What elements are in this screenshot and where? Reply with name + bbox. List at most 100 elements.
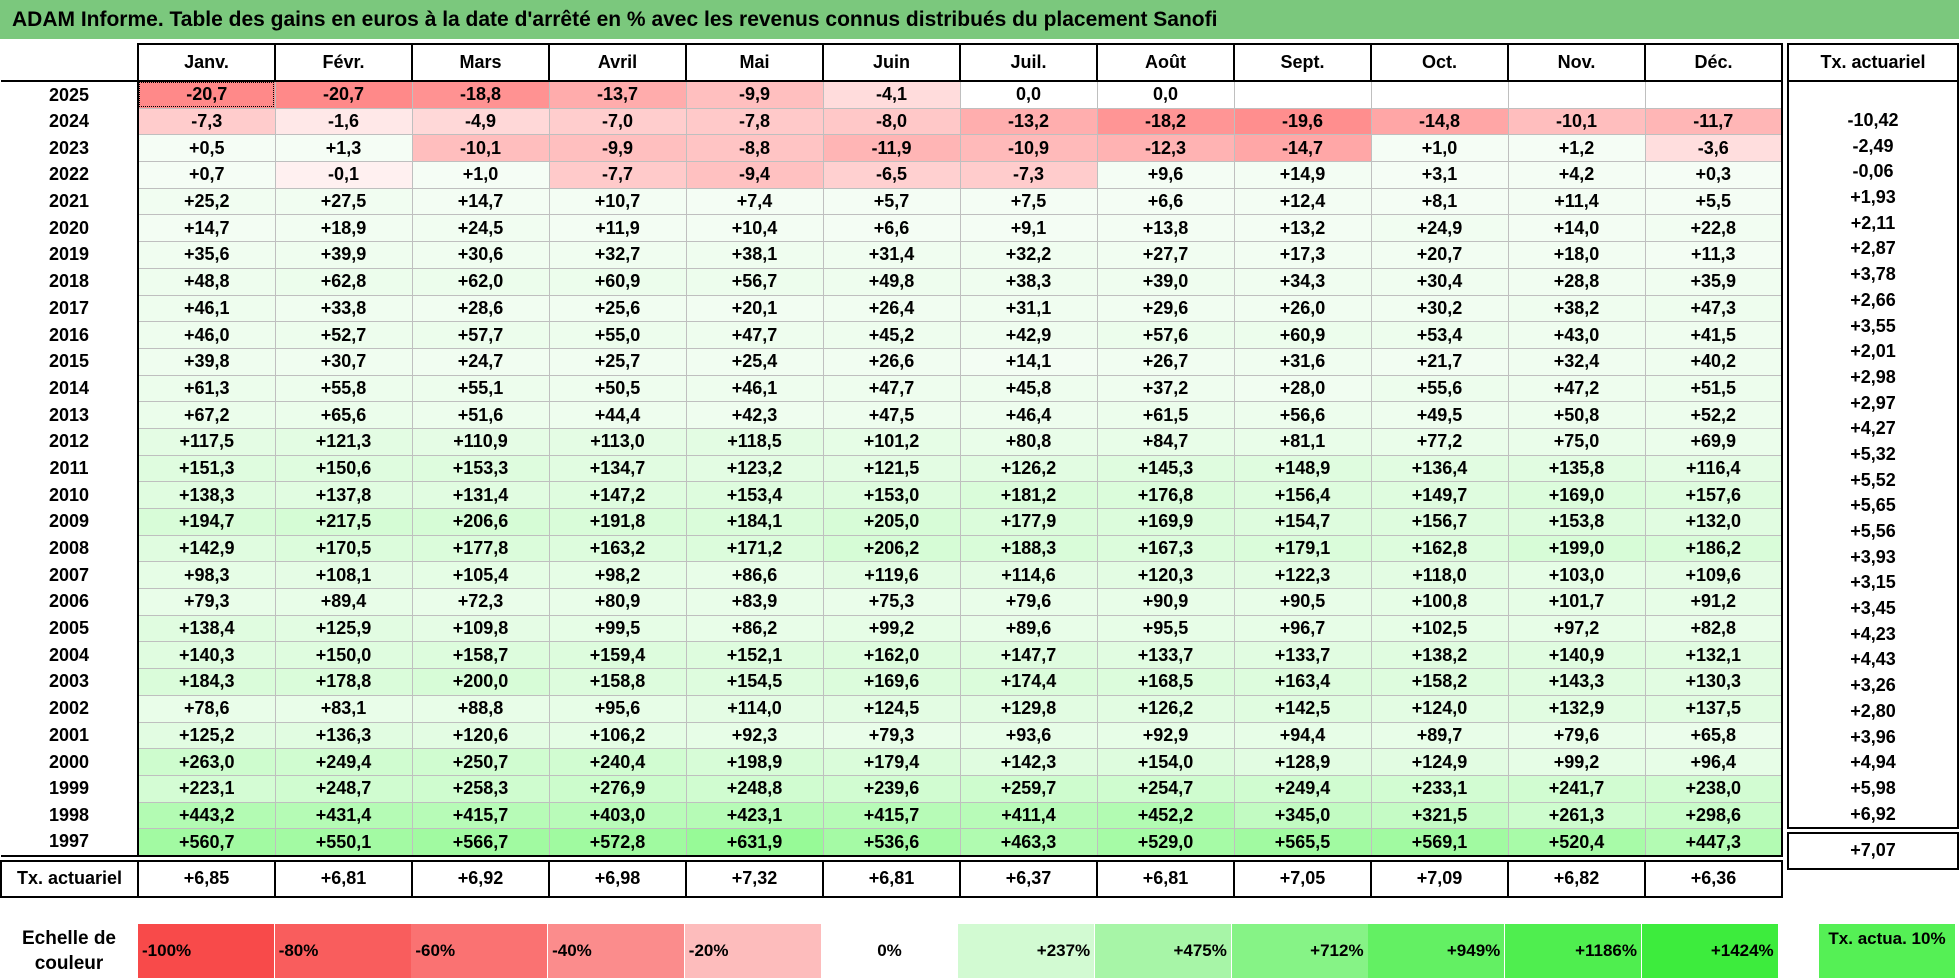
color-scale-legend: Echelle de couleur -100% -80% -60% -40% -20%… [0,924,1959,978]
color-scale-swatch: +237% [958,924,1095,978]
gain-cell: +12,4 [1233,187,1372,216]
gain-cell: +96,7 [1233,614,1372,643]
gain-cell: +154,5 [685,668,824,696]
gain-cell: +125,2 [137,721,276,750]
year-label: 2018 [1,268,139,295]
gain-cell: +39,9 [274,241,413,269]
year-label: 2012 [1,428,139,456]
table-row: 1997 +560,7 +550,1 +566,7 +572,8 +631,9 +536,6… [1,828,1783,857]
table-row: 2016 +46,0 +52,7 +57,7 +55,0 +47,7 +45,2 +42,9 +… [1,321,1783,349]
gain-cell: +125,9 [274,614,413,643]
gain-cell: +572,8 [548,828,687,857]
gain-cell: +55,1 [411,374,550,403]
gain-cell: +133,7 [1096,641,1235,670]
year-label: 2001 [1,722,139,749]
gain-cell: +34,3 [1233,267,1372,296]
gain-cell: -7,7 [548,161,687,189]
actuarial-rate-value: +3,26 [1787,672,1959,699]
gain-cell: +263,0 [137,748,276,776]
gain-cell: +249,4 [274,748,413,776]
gain-cell: +51,6 [411,401,550,429]
gain-cell: +29,6 [1096,294,1235,323]
gain-cell: +176,8 [1096,481,1235,509]
actuarial-rate-column: Tx. actuariel -10,42 -2,49 -0,06 +1,93 +2,11… [1787,43,1959,870]
actuarial-rate-swatch: Tx. actua. 10% [1819,924,1955,978]
gain-cell: +50,5 [548,374,687,403]
gain-cell: +81,1 [1233,427,1372,456]
year-label: 1999 [1,775,139,803]
gain-cell: +0,3 [1644,161,1783,189]
gain-cell: +205,0 [822,508,961,536]
gain-cell: +89,4 [274,588,413,616]
gain-cell: +169,6 [822,668,961,696]
overall-actuarial-rate: +7,07 [1787,831,1959,870]
color-scale-swatch: 0% [821,924,958,978]
gain-cell: +14,7 [137,214,276,243]
gain-cell: +233,1 [1370,774,1509,803]
footer-rate-cell: +7,09 [1370,859,1509,898]
actuarial-rate-value: +2,66 [1787,287,1959,314]
gain-cell: +121,5 [822,454,961,483]
gain-cell: +44,4 [548,401,687,429]
table-row: 2018 +48,8 +62,8 +62,0 +60,9 +56,7 +49,8 +38,3 +… [1,267,1783,296]
gain-cell: +171,2 [685,534,824,563]
gain-cell: -7,3 [959,161,1098,189]
gain-cell: +163,4 [1233,668,1372,696]
gain-cell: +126,2 [1096,694,1235,723]
gain-cell: +77,2 [1370,427,1509,456]
footer-rate-cell: +6,36 [1644,859,1783,898]
gain-cell [1233,79,1372,109]
gain-cell: +174,4 [959,668,1098,696]
gain-cell: +56,7 [685,267,824,296]
color-scale-swatch: +1424% [1641,924,1778,978]
gain-cell: +163,2 [548,534,687,563]
month-header: Juil. [959,43,1098,82]
gain-cell: +143,3 [1507,668,1646,696]
gain-cell: +38,3 [959,267,1098,296]
gain-cell: +134,7 [548,454,687,483]
gain-cell: +32,7 [548,241,687,269]
actuarial-rate-value: +3,15 [1787,570,1959,596]
gain-cell: +153,3 [411,454,550,483]
footer-rate-cell: +6,81 [822,859,961,898]
table-row: 2005 +138,4 +125,9 +109,8 +99,5 +86,2 +99,2 +89… [1,614,1783,643]
color-scale-swatch: +712% [1231,924,1368,978]
gain-cell: +92,3 [685,721,824,750]
gain-cell: -9,4 [685,161,824,189]
table-row: 2024 -7,3 -1,6 -4,9 -7,0 -7,8 -8,0 -13,2 -18,2 -1… [1,107,1783,136]
gain-cell: +25,6 [548,294,687,323]
color-scale-swatch: +1186% [1505,924,1641,978]
gain-cell: +65,8 [1644,721,1783,750]
footer-rate-cell: +6,81 [1096,859,1235,898]
gain-cell: +60,9 [548,267,687,296]
gain-cell: +198,9 [685,748,824,776]
gain-cell: +8,1 [1370,187,1509,216]
gain-cell: +79,6 [1507,721,1646,750]
gain-cell: +27,7 [1096,241,1235,269]
gain-cell: +13,8 [1096,214,1235,243]
gain-cell: -18,8 [411,79,550,109]
month-header-row: Janv. Févr. Mars Avril Mai Juin Juil. Août Sept.… [1,43,1783,82]
actuarial-rate-value: -10,42 [1787,107,1959,134]
gain-cell: +39,0 [1096,267,1235,296]
gain-cell: +259,7 [959,774,1098,803]
gain-cell: +65,6 [274,401,413,429]
gain-cell: +45,2 [822,321,961,349]
gain-cell: +47,7 [822,374,961,403]
table-row: 2019 +35,6 +39,9 +30,6 +32,7 +38,1 +31,4 +32,2 +… [1,241,1783,269]
gain-cell: +147,7 [959,641,1098,670]
gain-cell: +431,4 [274,801,413,830]
actuarial-rate-value: +4,94 [1787,749,1959,776]
gain-cell: +184,1 [685,508,824,536]
gain-cell: +101,2 [822,427,961,456]
year-label: 2016 [1,321,139,349]
gain-cell: +415,7 [411,801,550,830]
gain-cell: -14,8 [1370,107,1509,136]
gain-cell: +27,5 [274,187,413,216]
gain-cell: +14,0 [1507,214,1646,243]
actuarial-rate-value: +5,56 [1787,518,1959,545]
gain-cell: +97,2 [1507,614,1646,643]
gain-cell: +142,5 [1233,694,1372,723]
gain-cell: +158,2 [1370,668,1509,696]
gain-cell: +423,1 [685,801,824,830]
